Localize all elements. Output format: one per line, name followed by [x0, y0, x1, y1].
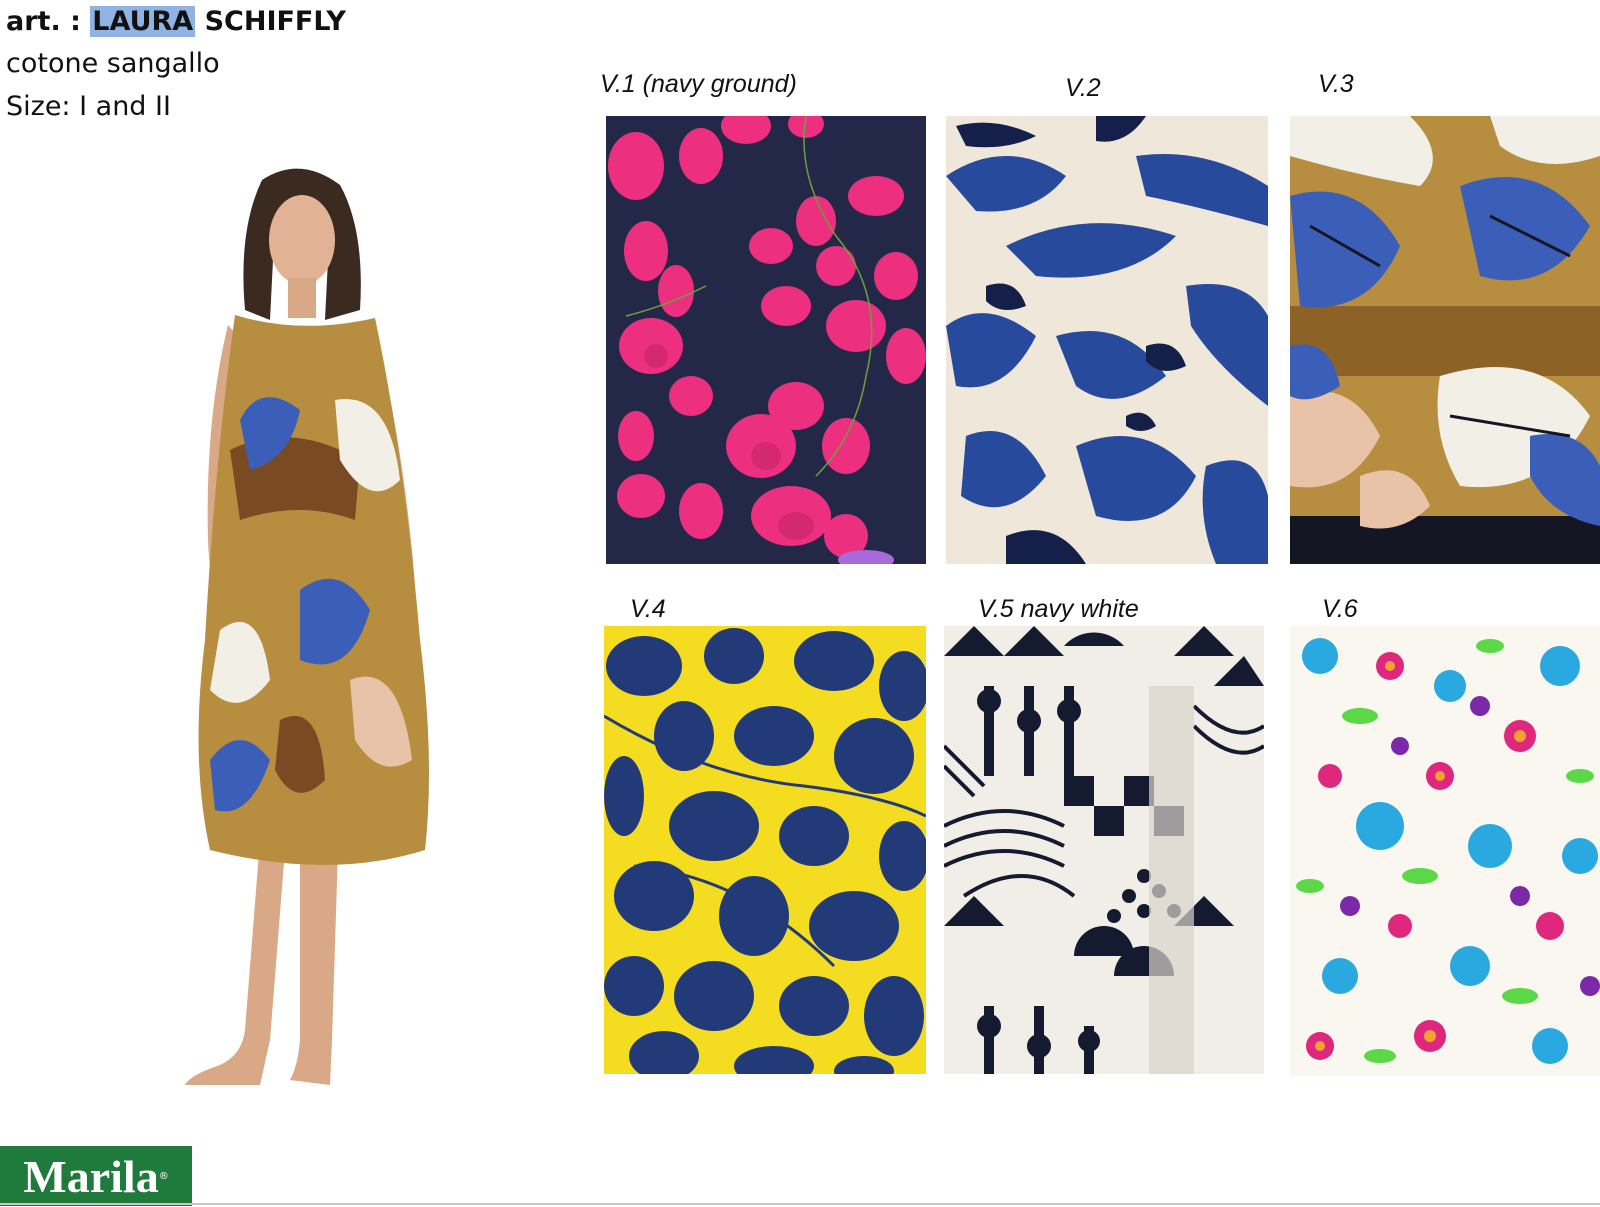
variant-label-v4: V.4 [630, 595, 666, 623]
registered-mark: ® [158, 1170, 169, 1182]
size-text: Size: I and II [6, 91, 171, 122]
variant-label-v6: V.6 [1322, 595, 1358, 623]
article-title: art. : LAURA SCHIFFLY [6, 4, 346, 40]
fabric-swatch-v6[interactable] [1290, 626, 1600, 1076]
article-name-highlighted[interactable]: LAURA [90, 6, 196, 37]
article-name-rest: SCHIFFLY [195, 6, 346, 37]
variant-label-v3: V.3 [1318, 70, 1354, 98]
fabric-swatch-v1[interactable] [606, 116, 926, 564]
variant-label-v5: V.5 navy white [978, 595, 1139, 623]
fabric-swatch-v2[interactable] [946, 116, 1268, 564]
model-photo [150, 160, 450, 1110]
fabric-swatch-v4[interactable] [604, 626, 926, 1074]
material-text: cotone sangallo [6, 48, 220, 79]
footer-divider [0, 1203, 1600, 1205]
brand-logo-text: Marila [23, 1150, 159, 1202]
brand-logo: Marila ® [0, 1146, 192, 1206]
fabric-swatch-v3[interactable] [1290, 116, 1600, 564]
article-prefix: art. : [6, 6, 91, 37]
variant-label-v1: V.1 (navy ground) [600, 70, 797, 98]
fabric-swatch-v5[interactable] [944, 626, 1264, 1074]
variant-label-v2: V.2 [1065, 74, 1101, 102]
